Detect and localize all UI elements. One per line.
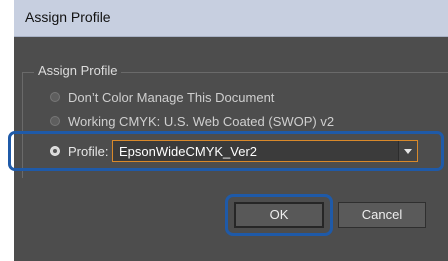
option-label: Don’t Color Manage This Document bbox=[68, 89, 275, 105]
assign-profile-dialog: Assign Profile Assign Profile Don’t Colo… bbox=[0, 0, 448, 261]
option-dont-color-manage[interactable]: Don’t Color Manage This Document bbox=[50, 88, 274, 106]
radio-dont-color-manage[interactable] bbox=[50, 92, 60, 102]
profile-select[interactable]: EpsonWideCMYK_Ver2 bbox=[112, 140, 418, 162]
option-label: Working CMYK: U.S. Web Coated (SWOP) v2 bbox=[68, 113, 335, 129]
dialog-title: Assign Profile bbox=[25, 9, 111, 25]
option-profile[interactable]: Profile: bbox=[50, 142, 108, 160]
profile-select-value: EpsonWideCMYK_Ver2 bbox=[119, 144, 258, 159]
title-bar: Assign Profile bbox=[14, 0, 448, 37]
cancel-button[interactable]: Cancel bbox=[338, 202, 426, 228]
ok-button[interactable]: OK bbox=[234, 202, 324, 228]
group-title: Assign Profile bbox=[34, 63, 122, 78]
radio-profile[interactable] bbox=[50, 146, 60, 156]
option-label: Profile: bbox=[68, 143, 109, 159]
chevron-down-icon[interactable] bbox=[398, 141, 417, 161]
option-working-cmyk[interactable]: Working CMYK: U.S. Web Coated (SWOP) v2 bbox=[50, 112, 334, 130]
radio-working-cmyk[interactable] bbox=[50, 116, 60, 126]
